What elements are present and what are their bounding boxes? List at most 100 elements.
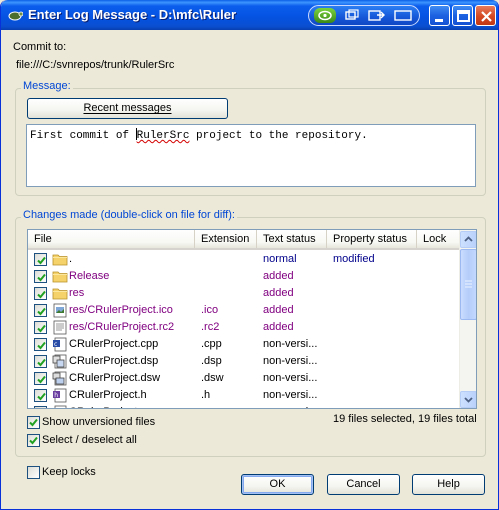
text-status-cell: added bbox=[263, 321, 294, 333]
changes-list[interactable]: File Extension Text status Property stat… bbox=[27, 229, 477, 409]
folder-icon bbox=[52, 252, 68, 267]
vertical-scrollbar[interactable] bbox=[459, 230, 476, 408]
table-row[interactable]: . normal modified bbox=[28, 251, 459, 268]
window-title: Enter Log Message - D:\mfc\Ruler bbox=[28, 7, 237, 22]
file-name-cell: res/CRulerProject.rc2 bbox=[69, 321, 175, 333]
folder-icon bbox=[52, 269, 68, 284]
text-status-cell: added bbox=[263, 304, 294, 316]
log-message-textarea[interactable]: First commit of RulerSrc project to the … bbox=[26, 124, 476, 187]
row-checkbox[interactable] bbox=[34, 321, 47, 334]
row-checkbox[interactable] bbox=[34, 389, 47, 402]
keep-locks-label[interactable]: Keep locks bbox=[42, 466, 96, 478]
title-bar[interactable]: Enter Log Message - D:\mfc\Ruler bbox=[1, 0, 498, 30]
table-row[interactable]: res/CRulerProject.ico .ico added bbox=[28, 302, 459, 319]
table-row[interactable]: Release added bbox=[28, 268, 459, 285]
message-text-end: project to the repository. bbox=[189, 130, 368, 142]
property-status-cell bbox=[333, 336, 417, 353]
cancel-button[interactable]: Cancel bbox=[327, 474, 400, 495]
row-checkbox[interactable] bbox=[34, 304, 47, 317]
show-unversioned-label[interactable]: Show unversioned files bbox=[42, 416, 155, 428]
minimize-button[interactable] bbox=[429, 5, 450, 26]
header-file-icon: h bbox=[52, 388, 68, 403]
help-button[interactable]: Help bbox=[412, 474, 485, 495]
text-status-cell: non-versi... bbox=[263, 355, 318, 367]
recent-messages-label: Recent messages bbox=[83, 102, 172, 114]
extension-cell: .h bbox=[201, 389, 211, 401]
extension-cell: .dsw bbox=[201, 372, 224, 384]
message-group-caption: Message: bbox=[21, 80, 73, 92]
property-status-cell bbox=[333, 404, 417, 408]
extension-cell: .ico bbox=[201, 304, 219, 316]
file-icon bbox=[52, 405, 68, 408]
property-status-cell bbox=[333, 302, 417, 319]
text-status-cell: non-versi... bbox=[263, 389, 318, 401]
column-header-property-status[interactable]: Property status bbox=[327, 230, 417, 248]
scroll-up-button[interactable] bbox=[460, 231, 476, 248]
scroll-thumb[interactable] bbox=[460, 249, 476, 320]
column-header-lock[interactable]: Lock bbox=[417, 230, 459, 248]
text-status-cell: added bbox=[263, 270, 294, 282]
title-extra-buttons bbox=[308, 5, 420, 26]
file-name-cell: CRulerProject.cpp bbox=[69, 338, 159, 350]
text-status-cell: non-versi... bbox=[263, 372, 318, 384]
file-name-cell: CRulerProject.dsw bbox=[69, 372, 161, 384]
dialog-window: Enter Log Message - D:\mfc\Ruler Commit … bbox=[0, 0, 499, 510]
close-button[interactable] bbox=[475, 5, 496, 26]
ok-button-label: OK bbox=[269, 478, 286, 490]
property-status-cell bbox=[333, 353, 417, 370]
row-checkbox[interactable] bbox=[34, 372, 47, 385]
property-status-cell bbox=[333, 370, 417, 387]
column-header-text-status[interactable]: Text status bbox=[257, 230, 327, 248]
file-name-cell: . bbox=[69, 253, 73, 265]
property-status-cell bbox=[333, 268, 417, 285]
file-name-cell: res/CRulerProject.ico bbox=[69, 304, 173, 316]
project-file-icon bbox=[52, 354, 68, 369]
extension-cell bbox=[201, 251, 257, 268]
row-checkbox[interactable] bbox=[34, 406, 47, 408]
column-header-file[interactable]: File bbox=[28, 230, 195, 248]
file-name-cell: Release bbox=[69, 270, 110, 282]
changes-group-caption: Changes made (double-click on file for d… bbox=[21, 209, 237, 221]
recent-messages-button[interactable]: Recent messages bbox=[27, 98, 228, 119]
row-checkbox[interactable] bbox=[34, 253, 47, 266]
table-row[interactable]: CRulerProject.dsw .dsw non-versi... bbox=[28, 370, 459, 387]
help-button-label: Help bbox=[437, 478, 460, 490]
misspelled-word: RulerSrc bbox=[136, 130, 190, 142]
select-all-checkbox[interactable] bbox=[27, 434, 40, 447]
table-row[interactable]: res/CRulerProject.rc2 .rc2 added bbox=[28, 319, 459, 336]
table-row[interactable]: h CRulerProject.h .h non-versi... bbox=[28, 387, 459, 404]
row-checkbox[interactable] bbox=[34, 338, 47, 351]
row-checkbox[interactable] bbox=[34, 287, 47, 300]
table-row[interactable]: CRulerProject non-versi... bbox=[28, 404, 459, 408]
property-status-cell bbox=[333, 319, 417, 336]
keep-locks-checkbox[interactable] bbox=[27, 466, 40, 479]
scroll-down-button[interactable] bbox=[460, 391, 476, 408]
ok-button[interactable]: OK bbox=[241, 474, 314, 495]
svg-text:h: h bbox=[54, 392, 58, 399]
show-unversioned-checkbox[interactable] bbox=[27, 416, 40, 429]
minimize-to-tray-icon[interactable] bbox=[392, 8, 414, 23]
maximize-button[interactable] bbox=[452, 5, 473, 26]
extension-cell: .cpp bbox=[201, 338, 222, 350]
files-summary: 19 files selected, 19 files total bbox=[333, 413, 477, 425]
row-checkbox[interactable] bbox=[34, 355, 47, 368]
nvidia-icon[interactable] bbox=[314, 8, 336, 23]
select-all-label[interactable]: Select / deselect all bbox=[42, 434, 137, 446]
table-row[interactable]: res added bbox=[28, 285, 459, 302]
property-status-cell bbox=[333, 285, 417, 302]
column-header-extension[interactable]: Extension bbox=[195, 230, 257, 248]
extension-cell bbox=[201, 404, 257, 408]
tortoise-app-icon bbox=[8, 11, 23, 21]
image-file-icon bbox=[52, 303, 68, 318]
table-row[interactable]: c CRulerProject.cpp .cpp non-versi... bbox=[28, 336, 459, 353]
file-name-cell: CRulerProject.h bbox=[69, 389, 147, 401]
restore-window-icon[interactable] bbox=[341, 8, 363, 23]
text-status-cell: non-versi... bbox=[263, 338, 318, 350]
resource-file-icon bbox=[52, 320, 68, 335]
send-to-icon[interactable] bbox=[366, 8, 388, 23]
table-row[interactable]: CRulerProject.dsp .dsp non-versi... bbox=[28, 353, 459, 370]
property-status-cell bbox=[333, 387, 417, 404]
row-checkbox[interactable] bbox=[34, 270, 47, 283]
file-name-cell: res bbox=[69, 287, 85, 299]
message-text-start: First commit of bbox=[30, 130, 136, 142]
